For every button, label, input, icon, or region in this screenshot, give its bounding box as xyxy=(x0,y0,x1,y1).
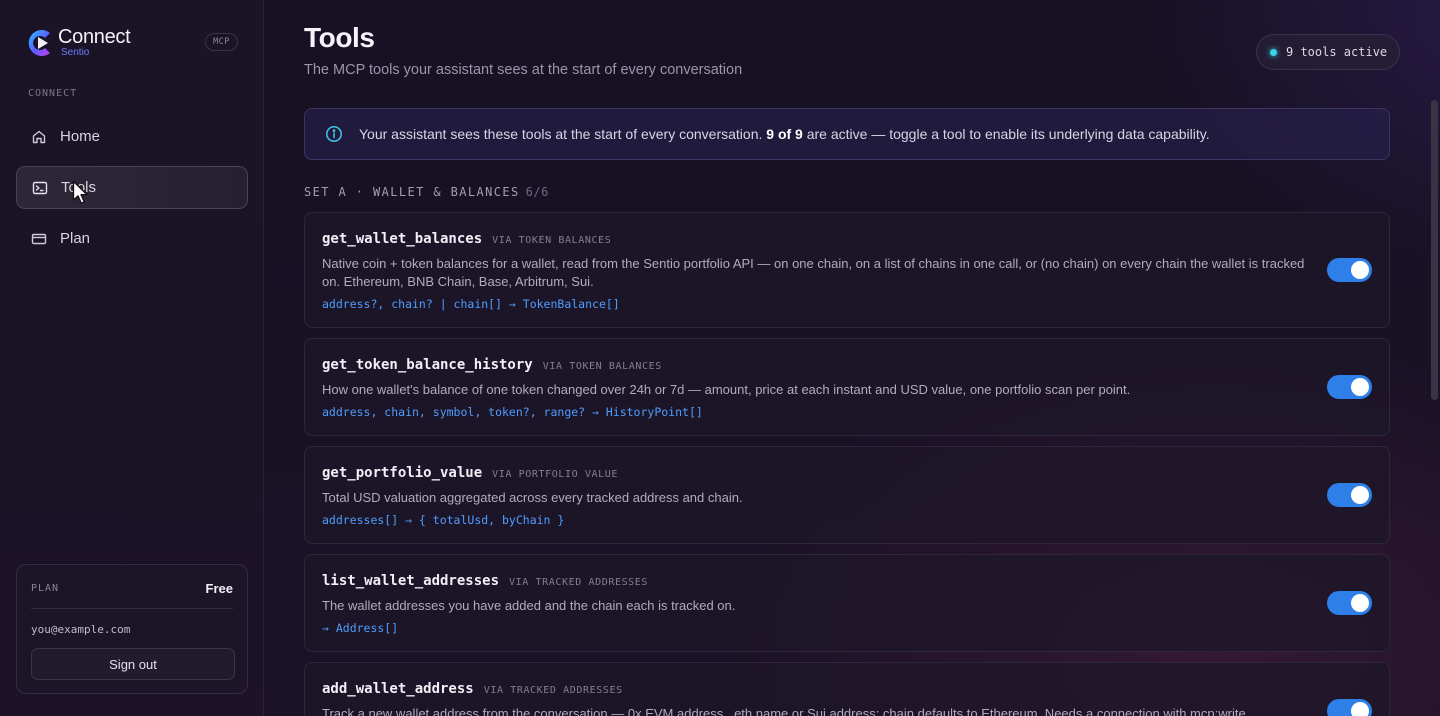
tool-toggle-get-portfolio-value[interactable] xyxy=(1327,483,1372,507)
sidebar: Connect Sentio MCP CONNECT Home To xyxy=(0,0,264,716)
tool-card-get-portfolio-value: get_portfolio_value VIA PORTFOLIO VALUE … xyxy=(304,446,1390,544)
tool-source: VIA TRACKED ADDRESSES xyxy=(483,685,623,696)
connect-logo-icon xyxy=(28,29,50,56)
tool-signature: → Address[] xyxy=(322,621,399,635)
brand[interactable]: Connect Sentio xyxy=(26,26,131,58)
tool-description: Native coin + token balances for a walle… xyxy=(322,256,1305,289)
tool-description: Track a new wallet address from the conv… xyxy=(322,706,1250,716)
toggle-knob xyxy=(1351,594,1369,612)
terminal-icon xyxy=(32,180,48,196)
tool-description: Total USD valuation aggregated across ev… xyxy=(322,490,743,505)
tool-name: get_portfolio_value xyxy=(322,465,483,481)
page-subtitle: The MCP tools your assistant sees at the… xyxy=(304,62,743,78)
tool-description: How one wallet's balance of one token ch… xyxy=(322,382,1131,397)
tool-name: get_token_balance_history xyxy=(322,357,533,373)
tool-name: get_wallet_balances xyxy=(322,231,483,247)
tool-card-get-token-balance-history: get_token_balance_history VIA TOKEN BALA… xyxy=(304,338,1390,436)
banner-count: 9 of 9 xyxy=(766,126,803,142)
set-heading: SET A · WALLET & BALANCES 6/6 xyxy=(304,185,549,199)
tool-toggle-list-wallet-addresses[interactable] xyxy=(1327,591,1372,615)
plan-value: Free xyxy=(205,581,233,596)
tool-toggle-get-token-balance-history[interactable] xyxy=(1327,375,1372,399)
toggle-knob xyxy=(1351,486,1369,504)
tool-source: VIA TRACKED ADDRESSES xyxy=(509,577,649,588)
tool-card-add-wallet-address: add_wallet_address VIA TRACKED ADDRESSES… xyxy=(304,662,1390,716)
tools-active-text: 9 tools active xyxy=(1286,45,1388,59)
tools-active-badge: 9 tools active xyxy=(1256,34,1400,70)
nav-section-label: CONNECT xyxy=(28,88,78,99)
plan-divider xyxy=(31,608,233,609)
status-dot-icon xyxy=(1270,48,1277,56)
brand-sub: Sentio xyxy=(61,47,90,58)
plan-label: PLAN xyxy=(31,583,60,594)
tool-signature: addresses[] → { totalUsd, byChain } xyxy=(322,513,565,527)
tool-source: VIA TOKEN BALANCES xyxy=(492,235,612,246)
tool-source: VIA PORTFOLIO VALUE xyxy=(492,469,618,480)
toggle-knob xyxy=(1351,261,1369,279)
sidebar-item-label: Plan xyxy=(60,230,91,247)
main-content: Tools The MCP tools your assistant sees … xyxy=(264,0,1440,716)
toggle-knob xyxy=(1351,702,1369,716)
sidebar-item-label: Home xyxy=(60,128,101,145)
home-icon xyxy=(31,129,47,145)
sidebar-item-plan[interactable]: Plan xyxy=(16,217,248,260)
tool-toggle-add-wallet-address[interactable] xyxy=(1327,699,1372,716)
sidebar-item-tools[interactable]: Tools xyxy=(16,166,248,209)
brand-name: Connect xyxy=(58,26,131,48)
page-title: Tools xyxy=(304,22,375,53)
tool-toggle-get-wallet-balances[interactable] xyxy=(1327,258,1372,282)
tool-card-list-wallet-addresses: list_wallet_addresses VIA TRACKED ADDRES… xyxy=(304,554,1390,652)
scrollbar[interactable] xyxy=(1431,100,1438,400)
tool-source: VIA TOKEN BALANCES xyxy=(542,361,662,372)
user-email: you@example.com xyxy=(31,623,131,636)
sidebar-item-home[interactable]: Home xyxy=(16,115,248,158)
info-icon xyxy=(326,126,342,142)
credit-card-icon xyxy=(31,231,47,247)
sign-out-button[interactable]: Sign out xyxy=(31,648,235,680)
tool-signature: address?, chain? | chain[] → TokenBalanc… xyxy=(322,297,620,311)
tool-signature: address, chain, symbol, token?, range? →… xyxy=(322,405,703,419)
tool-name: add_wallet_address xyxy=(322,681,474,697)
plan-card: PLAN Free you@example.com Sign out xyxy=(16,564,248,694)
tool-card-get-wallet-balances: get_wallet_balances VIA TOKEN BALANCES N… xyxy=(304,212,1390,328)
info-banner: Your assistant sees these tools at the s… xyxy=(304,108,1390,160)
set-count: 6/6 xyxy=(525,185,549,199)
mcp-badge: MCP xyxy=(205,33,238,51)
tool-name: list_wallet_addresses xyxy=(322,573,500,589)
tool-description: The wallet addresses you have added and … xyxy=(322,598,736,613)
mouse-cursor-icon xyxy=(72,180,88,204)
toggle-knob xyxy=(1351,378,1369,396)
banner-text: Your assistant sees these tools at the s… xyxy=(359,126,1210,142)
